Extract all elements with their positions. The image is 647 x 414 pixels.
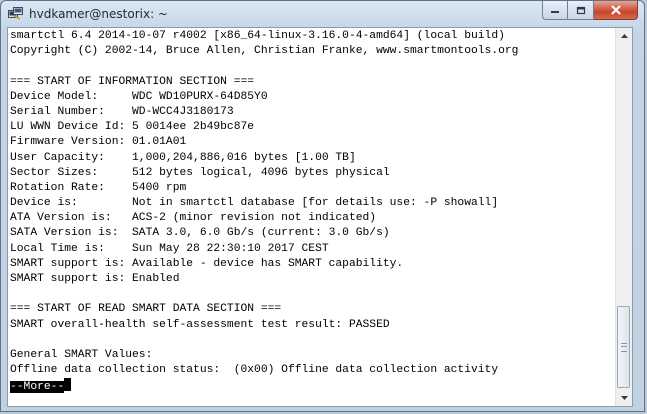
terminal-line: SATA Version is: SATA 3.0, 6.0 Gb/s (cur… (10, 227, 390, 240)
terminal-line: SMART overall-health self-assessment tes… (10, 318, 390, 331)
close-icon (610, 5, 621, 15)
title-bar[interactable]: hvdkamer@nestorix: ~ (1, 1, 644, 27)
terminal-line: LU WWN Device Id: 5 0014ee 2b49bc87e (10, 121, 255, 134)
terminal-line: Rotation Rate: 5400 rpm (10, 181, 187, 194)
pager-prompt: --More-- (10, 381, 65, 394)
terminal-line: ATA Version is: ACS-2 (minor revision no… (10, 212, 377, 225)
close-button[interactable] (594, 1, 638, 20)
terminal-line: Copyright (C) 2002-14, Bruce Allen, Chri… (10, 45, 519, 58)
cursor-block (64, 378, 72, 392)
terminal-output[interactable]: smartctl 6.4 2014-10-07 r4002 [x86_64-li… (10, 29, 616, 405)
scroll-up-button[interactable] (616, 28, 632, 44)
terminal-line: SMART support is: Enabled (10, 273, 180, 285)
terminal-line: Device Model: WDC WD10PURX-64D85Y0 (10, 90, 268, 103)
pager-line: --More-- (10, 378, 616, 394)
terminal-line: Device is: Not in smartctl database [for… (10, 197, 499, 210)
maximize-icon (576, 6, 585, 14)
window-title: hvdkamer@nestorix: ~ (29, 7, 168, 21)
terminal-area[interactable]: smartctl 6.4 2014-10-07 r4002 [x86_64-li… (7, 27, 633, 407)
terminal-line: User Capacity: 1,000,204,886,016 bytes [… (10, 151, 356, 164)
terminal-line: === START OF INFORMATION SECTION === (10, 75, 255, 88)
scroll-up-icon (620, 34, 628, 38)
terminal-line: Offline data collection status: (0x00) O… (10, 364, 499, 377)
maximize-button[interactable] (568, 1, 594, 20)
terminal-line: smartctl 6.4 2014-10-07 r4002 [x86_64-li… (10, 30, 505, 42)
thumb-grip-icon (621, 343, 627, 352)
terminal-line: Sector Sizes: 512 bytes logical, 4096 by… (10, 166, 390, 179)
terminal-line: General SMART Values: (10, 348, 153, 361)
minimize-button[interactable] (542, 1, 568, 20)
scrollbar-thumb[interactable] (617, 306, 630, 388)
vertical-scrollbar[interactable] (615, 28, 632, 406)
scroll-down-button[interactable] (616, 390, 632, 406)
putty-icon[interactable] (8, 7, 23, 20)
terminal-line: Firmware Version: 01.01A01 (10, 136, 187, 149)
terminal-line: SMART support is: Available - device has… (10, 257, 404, 270)
window-controls (542, 1, 638, 21)
scroll-down-icon (620, 396, 628, 400)
terminal-line: === START OF READ SMART DATA SECTION === (10, 303, 282, 316)
terminal-line: Serial Number: WD-WCC4J3180173 (10, 105, 234, 118)
terminal-window: hvdkamer@nestorix: ~ smartctl 6.4 2014-1… (0, 0, 645, 412)
minimize-icon (551, 11, 559, 13)
terminal-line: Local Time is: Sun May 28 22:30:10 2017 … (10, 242, 329, 255)
